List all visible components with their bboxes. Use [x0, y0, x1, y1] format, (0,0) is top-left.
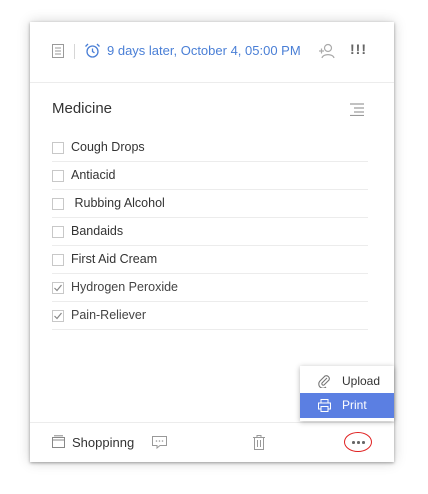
- checkbox[interactable]: [52, 142, 64, 154]
- comment-icon[interactable]: [152, 436, 167, 450]
- checkbox[interactable]: [52, 170, 64, 182]
- checkbox[interactable]: [52, 254, 64, 266]
- item-label[interactable]: Hydrogen Peroxide: [71, 280, 178, 294]
- paperclip-icon: [318, 375, 331, 389]
- list-item[interactable]: Cough Drops: [52, 134, 368, 162]
- printer-icon: [318, 399, 331, 412]
- list-mode-icon[interactable]: [350, 102, 364, 117]
- menu-item-upload[interactable]: Upload: [300, 369, 394, 394]
- list-item[interactable]: Pain-Reliever: [52, 302, 368, 330]
- menu-item-label: Print: [342, 398, 367, 412]
- menu-item-label: Upload: [342, 374, 381, 388]
- reminder-text[interactable]: 9 days later, October 4, 05:00 PM: [107, 43, 301, 58]
- list-item[interactable]: Antiacid: [52, 162, 368, 190]
- priority-button[interactable]: !!!: [350, 41, 367, 57]
- checkbox[interactable]: [52, 226, 64, 238]
- item-label[interactable]: Bandaids: [71, 224, 123, 238]
- note-footer: Shoppinng: [30, 422, 394, 463]
- more-icon[interactable]: [344, 432, 372, 452]
- checklist: Cough Drops Antiacid Rubbing Alcohol Ban…: [52, 134, 368, 330]
- list-item[interactable]: Rubbing Alcohol: [52, 190, 368, 218]
- checkbox-checked[interactable]: [52, 282, 64, 294]
- item-label[interactable]: Antiacid: [71, 168, 115, 182]
- checkbox-checked[interactable]: [52, 310, 64, 322]
- toolbar-divider: [74, 44, 75, 59]
- menu-item-print[interactable]: Print: [300, 393, 394, 418]
- notebook-label[interactable]: Shoppinng: [72, 435, 134, 450]
- checkbox[interactable]: [52, 198, 64, 210]
- notebook-icon[interactable]: [52, 435, 65, 448]
- assign-person-icon[interactable]: [318, 42, 335, 59]
- list-item[interactable]: Bandaids: [52, 218, 368, 246]
- item-label[interactable]: Cough Drops: [71, 140, 145, 154]
- list-item[interactable]: Hydrogen Peroxide: [52, 274, 368, 302]
- item-label[interactable]: Pain-Reliever: [71, 308, 146, 322]
- note-icon[interactable]: [52, 44, 64, 58]
- item-label[interactable]: Rubbing Alcohol: [71, 196, 164, 210]
- list-item[interactable]: First Aid Cream: [52, 246, 368, 274]
- alarm-clock-icon[interactable]: [84, 42, 101, 59]
- note-toolbar: 9 days later, October 4, 05:00 PM !!!: [30, 22, 394, 83]
- list-title[interactable]: Medicine: [52, 100, 112, 117]
- more-menu-popup: Upload Print: [300, 366, 394, 421]
- item-label[interactable]: First Aid Cream: [71, 252, 157, 266]
- trash-icon[interactable]: [253, 435, 265, 450]
